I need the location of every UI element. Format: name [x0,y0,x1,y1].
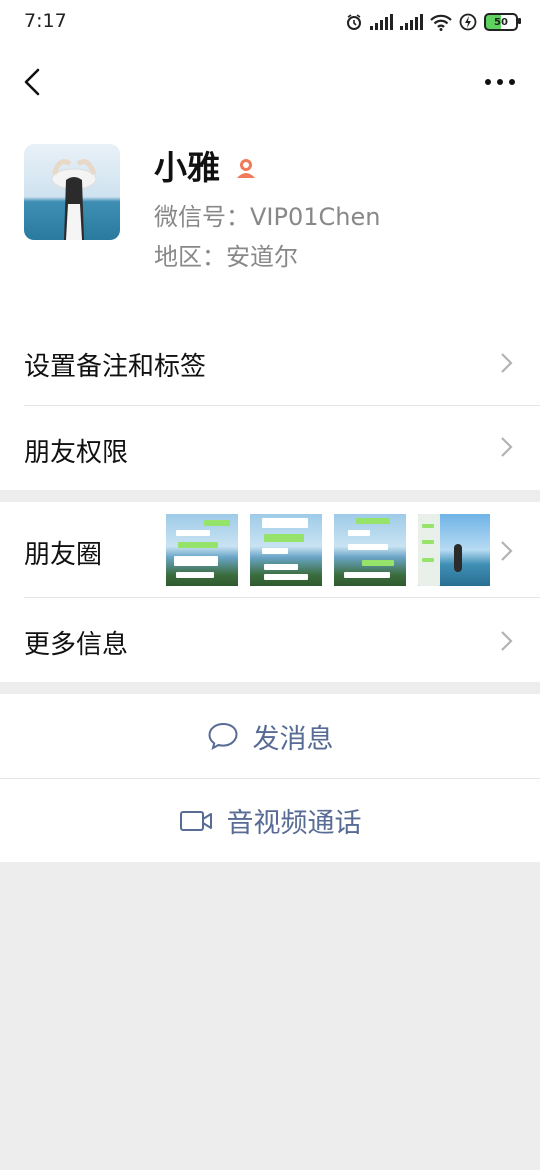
more-info-label: 更多信息 [24,630,129,660]
wechat-id: 微信号：VIP01Chen [154,203,381,231]
video-call-label: 音视频通话 [226,808,362,839]
nav-bar [0,46,540,120]
region: 地区：安道尔 [154,243,298,271]
alarm-icon [347,14,361,30]
chevron-right-icon [501,631,513,651]
signal-icon [400,14,423,30]
status-icons: 50 [345,11,521,33]
chevron-right-icon [501,437,513,457]
moments-thumbnail [418,514,490,586]
avatar-image [24,144,120,240]
profile-header: 小雅 微信号：VIP01Chen 地区：安道尔 [0,120,540,320]
status-bar: 7:17 50 [0,0,540,46]
remark-tags-label: 设置备注和标签 [24,352,207,382]
wifi-icon [430,14,452,31]
permissions-row[interactable]: 朋友权限 [0,406,540,490]
chevron-right-icon [501,353,513,373]
moments-thumbnail [166,514,238,586]
battery-icon: 50 [484,13,521,31]
moments-thumbnails [166,514,490,586]
female-icon [237,159,255,178]
send-message-label: 发消息 [252,723,334,755]
remark-tags-row[interactable]: 设置备注和标签 [0,320,540,406]
moments-thumbnail [250,514,322,586]
back-chevron-icon[interactable] [14,62,54,102]
video-camera-icon [179,810,212,831]
status-time: 7:17 [24,10,67,32]
charging-icon [459,13,477,31]
moments-label: 朋友圈 [24,540,103,570]
chevron-right-icon [501,541,513,561]
profile-name: 小雅 [154,148,220,187]
more-dots-icon[interactable] [480,66,520,98]
send-message-button[interactable]: 发消息 [0,694,540,778]
video-call-button[interactable]: 音视频通话 [0,779,540,862]
moments-row[interactable]: 朋友圈 [0,502,540,598]
signal-icon [370,14,393,30]
chat-bubble-icon [207,722,238,750]
moments-thumbnail [334,514,406,586]
permissions-label: 朋友权限 [24,438,129,468]
more-info-row[interactable]: 更多信息 [0,598,540,682]
battery-level: 50 [494,16,508,28]
avatar[interactable] [24,144,120,240]
